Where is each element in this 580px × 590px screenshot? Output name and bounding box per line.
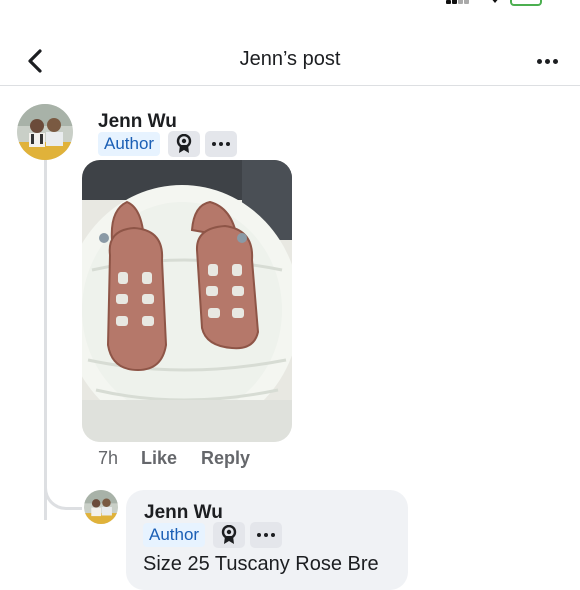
avatar[interactable] — [17, 104, 73, 160]
more-horizontal-icon — [257, 533, 275, 537]
signal-icon — [446, 0, 470, 4]
more-options-button[interactable] — [530, 46, 564, 76]
more-horizontal-icon — [536, 58, 558, 64]
post-header: Jenn’s post — [0, 36, 580, 86]
reply-author-name[interactable]: Jenn Wu — [144, 502, 223, 524]
sandals-photo — [82, 160, 292, 442]
reply-more-button[interactable] — [250, 522, 282, 548]
status-icons — [440, 0, 550, 8]
status-bar — [0, 0, 580, 14]
comment-photo[interactable] — [82, 160, 292, 442]
comment-timestamp: 7h — [98, 448, 119, 468]
more-horizontal-icon — [212, 142, 230, 146]
reply-button[interactable]: Reply — [201, 448, 250, 469]
thread-connector-line — [44, 160, 47, 520]
reply-text: Size 25 Tuscany Rose Bre — [143, 553, 379, 575]
battery-icon — [510, 0, 542, 6]
page-title: Jenn’s post — [239, 48, 341, 70]
comment-author-name[interactable]: Jenn Wu — [98, 111, 177, 133]
reply-avatar[interactable] — [84, 490, 118, 524]
award-ribbon-icon — [221, 525, 237, 544]
award-ribbon-icon — [176, 134, 192, 153]
reply-contributor-badge[interactable] — [213, 522, 245, 548]
thread-connector-curve — [44, 470, 82, 510]
author-badge: Author — [98, 132, 161, 156]
reply-author-badge: Author — [143, 523, 206, 547]
top-contributor-badge[interactable] — [168, 131, 200, 157]
comment-more-button[interactable] — [205, 131, 237, 157]
wifi-icon — [492, 0, 498, 3]
like-button[interactable]: Like — [141, 448, 177, 469]
